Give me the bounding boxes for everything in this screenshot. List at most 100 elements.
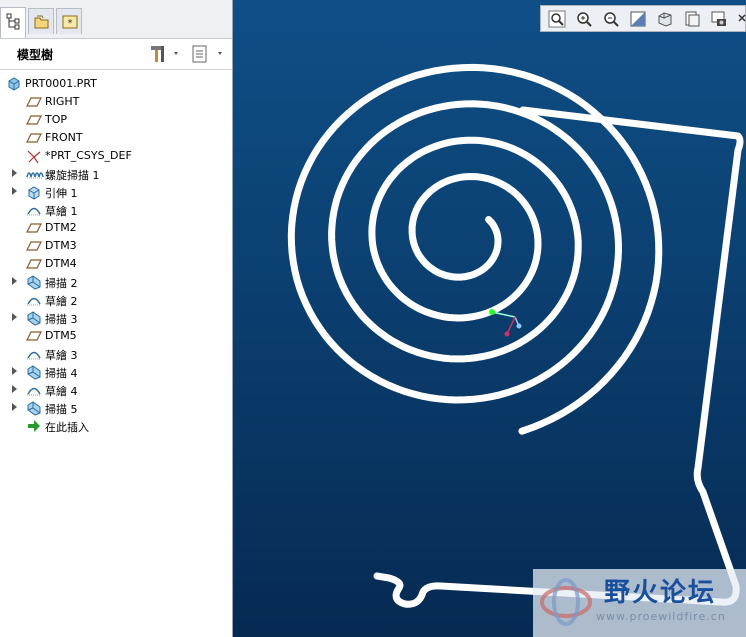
tree-item-label: TOP bbox=[45, 113, 68, 126]
tree-item[interactable]: DTM4 bbox=[0, 255, 232, 273]
tree-item[interactable]: 草繪 2 bbox=[0, 291, 232, 309]
zoom-fit-icon bbox=[547, 10, 567, 32]
tree-item[interactable]: 草繪 4 bbox=[0, 381, 232, 399]
expand-arrow-icon[interactable] bbox=[12, 367, 17, 375]
sweep-icon bbox=[26, 310, 42, 326]
tree-item-label: 草繪 1 bbox=[45, 205, 78, 218]
datum-plane-icon bbox=[26, 328, 42, 344]
tree-item-label: 草繪 2 bbox=[45, 295, 78, 308]
tree-item[interactable]: RIGHT bbox=[0, 93, 232, 111]
tab-favorites[interactable]: * bbox=[56, 8, 82, 34]
insert-here-arrow-icon bbox=[26, 418, 42, 434]
model-tree-header: 模型樹 bbox=[0, 39, 232, 70]
datum-plane-icon bbox=[26, 94, 42, 110]
tree-item[interactable]: 在此插入 bbox=[0, 417, 232, 435]
tree-item[interactable]: 草繪 1 bbox=[0, 201, 232, 219]
part-icon bbox=[6, 76, 22, 92]
close-icon bbox=[737, 14, 746, 32]
tree-item[interactable]: 掃描 4 bbox=[0, 363, 232, 381]
coordinate-system-icon bbox=[26, 148, 42, 164]
model-tree-panel: * 模型樹 PRT0001.PRT RIGHT TOP FRONT *PRT_CSYS_… bbox=[0, 0, 233, 637]
tree-item-label: 掃描 2 bbox=[45, 277, 78, 290]
datum-plane-icon bbox=[26, 256, 42, 272]
datum-plane-icon bbox=[26, 220, 42, 236]
watermark-title: 野火论坛 bbox=[604, 578, 717, 608]
sketch-icon bbox=[26, 382, 42, 398]
view-toolbar bbox=[540, 5, 746, 32]
zoom-in-button[interactable] bbox=[574, 9, 596, 29]
watermark-url: www.proewildfire.cn bbox=[596, 610, 726, 623]
zoom-out-icon bbox=[601, 12, 621, 32]
tree-item[interactable]: 掃描 2 bbox=[0, 273, 232, 291]
expand-arrow-icon[interactable] bbox=[12, 169, 17, 177]
tree-item[interactable]: DTM5 bbox=[0, 327, 232, 345]
tree-item-label: DTM3 bbox=[45, 239, 77, 252]
tree-item-label: FRONT bbox=[45, 131, 83, 144]
tree-item[interactable]: FRONT bbox=[0, 129, 232, 147]
expand-arrow-icon[interactable] bbox=[12, 313, 17, 321]
tree-item-label: 在此插入 bbox=[45, 421, 89, 434]
repaint-button[interactable] bbox=[628, 9, 650, 29]
tree-item[interactable]: 引伸 1 bbox=[0, 183, 232, 201]
sketch-icon bbox=[26, 202, 42, 218]
tree-item[interactable]: TOP bbox=[0, 111, 232, 129]
svg-text:*: * bbox=[68, 18, 73, 29]
settings-tools-button[interactable] bbox=[148, 43, 182, 65]
repaint-icon bbox=[628, 11, 648, 32]
sketch-icon bbox=[26, 346, 42, 362]
watermark-logo bbox=[540, 578, 592, 626]
tree-item[interactable]: DTM2 bbox=[0, 219, 232, 237]
datum-plane-icon bbox=[26, 238, 42, 254]
list-options-icon bbox=[192, 45, 222, 63]
expand-arrow-icon[interactable] bbox=[12, 403, 17, 411]
folder-icon bbox=[34, 15, 49, 29]
tree-item-label: PRT0001.PRT bbox=[25, 77, 97, 90]
sketch-icon bbox=[26, 292, 42, 308]
coordinate-system-icon bbox=[489, 309, 522, 337]
model-tree-icon bbox=[6, 13, 20, 30]
close-button[interactable] bbox=[737, 9, 746, 29]
zoom-fit-button[interactable] bbox=[547, 9, 569, 29]
tree-item[interactable]: 螺旋掃描 1 bbox=[0, 165, 232, 183]
panel-title: 模型樹 bbox=[17, 48, 54, 62]
extrude-icon bbox=[26, 184, 42, 200]
expand-arrow-icon[interactable] bbox=[12, 385, 17, 393]
tree-item-label: DTM2 bbox=[45, 221, 77, 234]
tree-item[interactable]: PRT0001.PRT bbox=[0, 75, 232, 93]
expand-arrow-icon[interactable] bbox=[12, 187, 17, 195]
show-options-button[interactable] bbox=[190, 43, 230, 65]
tree-item-label: 掃描 3 bbox=[45, 313, 78, 326]
zoom-out-button[interactable] bbox=[601, 9, 623, 29]
zoom-in-icon bbox=[574, 12, 594, 32]
navigator-tabs: * bbox=[0, 0, 232, 39]
tree-item[interactable]: 草繪 3 bbox=[0, 345, 232, 363]
layers-icon bbox=[709, 11, 729, 32]
tree-item-label: 掃描 5 bbox=[45, 403, 78, 416]
helical-sweep-icon bbox=[26, 166, 44, 182]
tree-item-label: 引伸 1 bbox=[45, 187, 78, 200]
sweep-icon bbox=[26, 274, 42, 290]
tools-icon bbox=[151, 46, 178, 62]
graphics-viewport[interactable] bbox=[233, 0, 746, 637]
tree-item[interactable]: *PRT_CSYS_DEF bbox=[0, 147, 232, 165]
datum-plane-icon bbox=[26, 112, 42, 128]
saved-views-button[interactable] bbox=[682, 9, 704, 29]
tree-item-label: DTM4 bbox=[45, 257, 77, 270]
favorites-icon: * bbox=[62, 15, 78, 29]
tab-model-tree[interactable] bbox=[0, 7, 26, 38]
tab-folder-browser[interactable] bbox=[28, 8, 54, 34]
tree-item[interactable]: 掃描 5 bbox=[0, 399, 232, 417]
tree-item-label: DTM5 bbox=[45, 329, 77, 342]
expand-arrow-icon[interactable] bbox=[12, 277, 17, 285]
tree-item-label: RIGHT bbox=[45, 95, 80, 108]
tree-item-label: 掃描 4 bbox=[45, 367, 78, 380]
tree-item-label: *PRT_CSYS_DEF bbox=[45, 149, 132, 162]
shading-button[interactable] bbox=[655, 9, 677, 29]
tree-item-label: 草繪 4 bbox=[45, 385, 78, 398]
tree-item-label: 草繪 3 bbox=[45, 349, 78, 362]
layers-button[interactable] bbox=[709, 9, 731, 29]
saved-views-icon bbox=[682, 11, 702, 32]
tree-item[interactable]: 掃描 3 bbox=[0, 309, 232, 327]
datum-plane-icon bbox=[26, 130, 42, 146]
tree-item[interactable]: DTM3 bbox=[0, 237, 232, 255]
